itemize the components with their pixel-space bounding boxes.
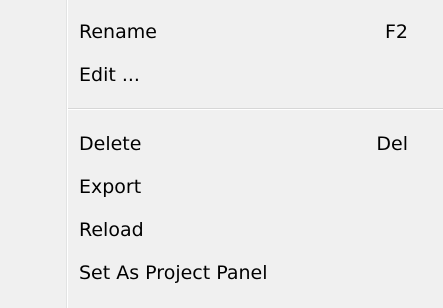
menu-item-label: Reload xyxy=(79,219,144,241)
menu-item-label: Rename xyxy=(79,21,157,43)
menu-item-export[interactable]: Export xyxy=(68,166,430,208)
menu-item-edit[interactable]: Edit ... xyxy=(68,54,430,96)
menu-item-label: Edit ... xyxy=(79,64,140,86)
menu-item-label: Delete xyxy=(79,133,142,155)
menu-item-label: Set As Project Panel xyxy=(79,262,268,284)
context-menu: Rename F2 Edit ... Delete Del Export Rel… xyxy=(0,0,443,308)
menu-item-reload[interactable]: Reload xyxy=(68,209,430,251)
menu-item-delete[interactable]: Delete Del xyxy=(68,123,430,165)
menu-item-set-as-project-panel[interactable]: Set As Project Panel xyxy=(68,252,430,294)
menu-item-rename[interactable]: Rename F2 xyxy=(68,11,430,53)
menu-item-label: Export xyxy=(79,176,142,198)
menu-separator-highlight xyxy=(68,109,443,110)
menu-item-shortcut: F2 xyxy=(384,21,408,43)
menu-item-shortcut: Del xyxy=(376,133,408,155)
